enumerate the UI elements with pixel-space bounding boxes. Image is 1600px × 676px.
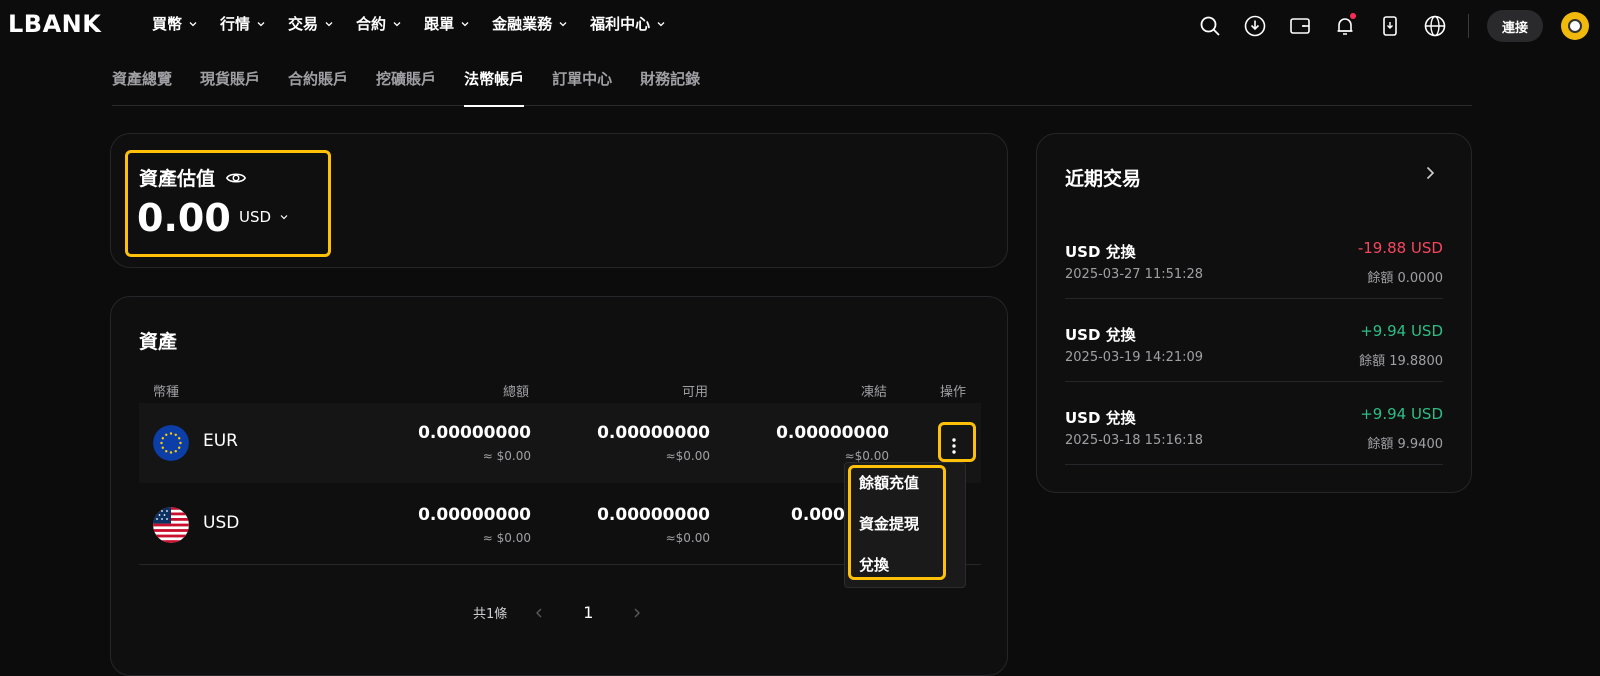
menu-item-label: 買幣 bbox=[152, 15, 183, 33]
chevron-right-icon[interactable] bbox=[1423, 166, 1437, 180]
globe-icon[interactable] bbox=[1421, 12, 1449, 40]
recent-transactions-title: 近期交易 bbox=[1065, 168, 1142, 190]
currency-code: EUR bbox=[203, 431, 238, 451]
menu-item-copy-trading[interactable]: 跟單 bbox=[424, 13, 470, 34]
page-number[interactable]: 1 bbox=[583, 603, 593, 622]
chevron-down-icon bbox=[393, 21, 401, 26]
column-header-frozen: 凍結 bbox=[861, 385, 888, 400]
menu-item-label: 交易 bbox=[288, 15, 319, 33]
header-actions: 連接 bbox=[1196, 10, 1589, 42]
avatar-face bbox=[1568, 19, 1582, 33]
menu-item-label: 跟單 bbox=[424, 15, 455, 33]
transaction-balance: 餘額 0.0000 bbox=[1367, 271, 1443, 286]
frozen-amount: 0.00000000 bbox=[776, 423, 889, 443]
total-amount: 0.00000000 bbox=[418, 423, 531, 443]
available-usd-value: ≈$0.00 bbox=[665, 449, 710, 463]
menu-item-markets[interactable]: 行情 bbox=[220, 13, 266, 34]
assets-title: 資產 bbox=[139, 331, 178, 353]
menu-item-label: 金融業務 bbox=[492, 15, 553, 33]
column-header-action: 操作 bbox=[940, 385, 967, 400]
transaction-name: USD 兌換 bbox=[1065, 326, 1136, 344]
menu-item-trade[interactable]: 交易 bbox=[288, 13, 334, 34]
total-usd-value: ≈ $0.00 bbox=[482, 531, 531, 545]
highlight-box bbox=[938, 422, 976, 462]
frozen-usd-value: ≈$0.00 bbox=[844, 449, 889, 463]
avatar[interactable] bbox=[1561, 12, 1589, 40]
chevron-down-icon bbox=[461, 21, 469, 26]
column-header-available: 可用 bbox=[682, 385, 709, 400]
transaction-time: 2025-03-27 11:51:28 bbox=[1065, 267, 1204, 282]
transaction-balance: 餘額 9.9400 bbox=[1367, 437, 1443, 452]
bell-icon[interactable] bbox=[1331, 12, 1359, 40]
recent-transactions-card: 近期交易 USD 兌換 2025-03-27 11:51:28 -19.88 U… bbox=[1036, 133, 1472, 493]
transaction-balance: 餘額 19.8800 bbox=[1359, 354, 1443, 369]
transaction-amount: +9.94 USD bbox=[1360, 405, 1443, 423]
menu-item-buy-crypto[interactable]: 買幣 bbox=[152, 13, 198, 34]
asset-valuation-card: 資產估值 0.00 USD bbox=[110, 133, 1008, 268]
chevron-down-icon bbox=[189, 21, 197, 26]
eu-flag-icon bbox=[153, 425, 189, 461]
main-menu: 買幣 行情 交易 合約 跟單 金融業務 福利中心 bbox=[152, 13, 688, 34]
chevron-left-icon[interactable] bbox=[533, 607, 545, 619]
transaction-time: 2025-03-19 14:21:09 bbox=[1065, 350, 1204, 365]
highlight-box bbox=[848, 465, 946, 580]
app-download-icon[interactable] bbox=[1376, 12, 1404, 40]
chevron-down-icon bbox=[257, 21, 265, 26]
available-usd-value: ≈$0.00 bbox=[665, 531, 710, 545]
tab-asset-overview[interactable]: 資產總覽 bbox=[112, 68, 172, 106]
tab-mining-account[interactable]: 挖礦賬戶 bbox=[376, 68, 436, 106]
login-button[interactable]: 連接 bbox=[1487, 10, 1543, 42]
column-header-currency: 幣種 bbox=[153, 385, 180, 400]
total-usd-value: ≈ $0.00 bbox=[482, 449, 531, 463]
transaction-item[interactable]: USD 兌換 2025-03-18 15:16:18 +9.94 USD 餘額 … bbox=[1065, 382, 1443, 465]
menu-item-futures[interactable]: 合約 bbox=[356, 13, 402, 34]
chevron-down-icon bbox=[325, 21, 333, 26]
transaction-name: USD 兌換 bbox=[1065, 409, 1136, 427]
menu-item-rewards[interactable]: 福利中心 bbox=[590, 13, 666, 34]
chevron-down-icon bbox=[657, 21, 665, 26]
tab-order-center[interactable]: 訂單中心 bbox=[552, 68, 612, 106]
download-icon[interactable] bbox=[1241, 12, 1269, 40]
available-amount: 0.00000000 bbox=[597, 423, 710, 443]
us-flag-icon bbox=[153, 507, 189, 543]
transaction-name: USD 兌換 bbox=[1065, 243, 1136, 261]
menu-item-label: 福利中心 bbox=[590, 15, 651, 33]
transaction-item[interactable]: USD 兌換 2025-03-27 11:51:28 -19.88 USD 餘額… bbox=[1065, 216, 1443, 299]
pagination-total: 共1條 bbox=[473, 607, 508, 622]
menu-item-finance[interactable]: 金融業務 bbox=[492, 13, 568, 34]
menu-item-label: 行情 bbox=[220, 15, 251, 33]
highlight-box bbox=[125, 150, 331, 257]
lbank-logo[interactable]: LBANK bbox=[8, 10, 101, 38]
search-icon[interactable] bbox=[1196, 12, 1224, 40]
transaction-amount: -19.88 USD bbox=[1357, 239, 1443, 257]
transaction-item[interactable]: USD 兌換 2025-03-19 14:21:09 +9.94 USD 餘額 … bbox=[1065, 299, 1443, 382]
chevron-down-icon bbox=[559, 21, 567, 26]
column-header-total: 總額 bbox=[503, 385, 530, 400]
wallet-icon[interactable] bbox=[1286, 12, 1314, 40]
tab-spot-account[interactable]: 現貨賬戶 bbox=[200, 68, 260, 106]
tab-futures-account[interactable]: 合約賬戶 bbox=[288, 68, 348, 106]
total-amount: 0.00000000 bbox=[418, 505, 531, 525]
currency-code: USD bbox=[203, 513, 240, 533]
transaction-amount: +9.94 USD bbox=[1360, 322, 1443, 340]
pagination: 共1條 1 bbox=[473, 603, 643, 622]
tab-financial-records[interactable]: 財務記錄 bbox=[640, 68, 700, 106]
divider bbox=[1468, 14, 1469, 38]
account-tabs: 資產總覽 現貨賬戶 合約賬戶 挖礦賬戶 法幣帳戶 訂單中心 財務記錄 bbox=[112, 68, 1472, 107]
top-nav: LBANK 買幣 行情 交易 合約 跟單 金融業務 福利中心 連接 bbox=[0, 0, 1600, 48]
menu-item-label: 合約 bbox=[356, 15, 387, 33]
available-amount: 0.00000000 bbox=[597, 505, 710, 525]
notification-dot bbox=[1350, 13, 1356, 19]
tab-fiat-account[interactable]: 法幣帳戶 bbox=[464, 68, 525, 107]
chevron-right-icon[interactable] bbox=[631, 607, 643, 619]
transaction-time: 2025-03-18 15:16:18 bbox=[1065, 433, 1204, 448]
